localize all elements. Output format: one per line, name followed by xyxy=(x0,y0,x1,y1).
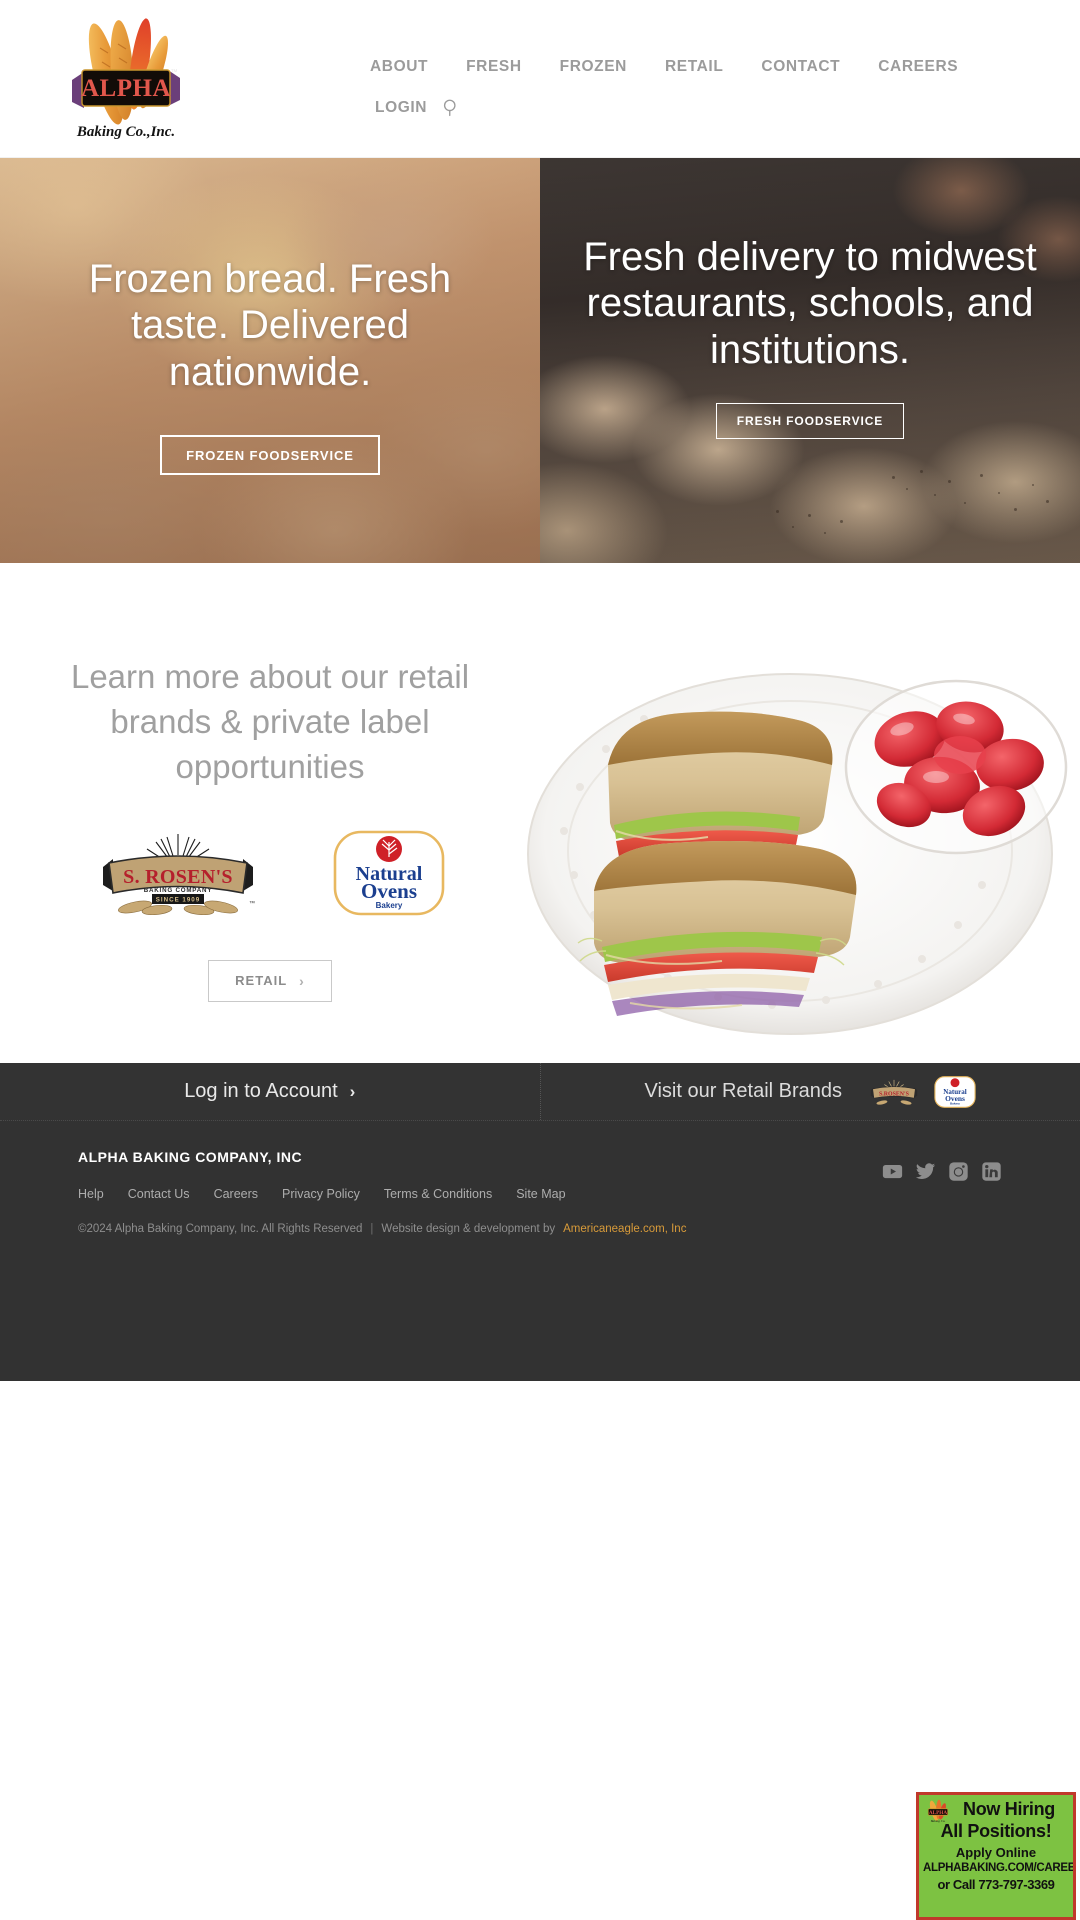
natural-ovens-line3: Bakery xyxy=(376,901,403,910)
nav-item-about[interactable]: ABOUT xyxy=(370,58,428,76)
youtube-icon[interactable] xyxy=(882,1161,903,1182)
hero-panel-frozen[interactable]: Frozen bread. Fresh taste. Delivered nat… xyxy=(0,158,540,563)
main-navigation: ABOUT FRESH FROZEN RETAIL CONTACT CAREER… xyxy=(370,58,970,118)
logo-trademark: ™ xyxy=(171,69,178,76)
s-rosens-brand-text: S. ROSEN'S xyxy=(123,866,233,888)
site-footer: ALPHA BAKING COMPANY, INC Help Contact U… xyxy=(0,1121,1080,1381)
nav-item-fresh[interactable]: FRESH xyxy=(466,58,522,76)
s-rosens-subtitle: BAKING COMPANY xyxy=(144,887,213,894)
svg-text:Baking Co.: Baking Co. xyxy=(931,1819,946,1823)
hero-fresh-title: Fresh delivery to midwest restaurants, s… xyxy=(583,235,1037,372)
twitter-icon[interactable] xyxy=(915,1161,936,1182)
svg-text:Bakery: Bakery xyxy=(950,1101,960,1105)
s-rosens-logo[interactable]: S. ROSEN'S BAKING COMPANY SINCE 1909 ™ xyxy=(95,831,261,915)
login-account-cell[interactable]: Log in to Account › xyxy=(0,1063,541,1120)
nav-item-contact[interactable]: CONTACT xyxy=(761,58,840,76)
linkedin-icon[interactable] xyxy=(981,1161,1002,1182)
frozen-foodservice-button[interactable]: FROZEN FOODSERVICE xyxy=(160,435,380,476)
footer-links-row: Help Contact Us Careers Privacy Policy T… xyxy=(78,1187,1002,1201)
nav-secondary-row: LOGIN xyxy=(370,97,970,118)
hero-frozen-title: Frozen bread. Fresh taste. Delivered nat… xyxy=(88,257,452,394)
visit-retail-brands-label: Visit our Retail Brands xyxy=(644,1080,843,1102)
alpha-badge-logo-icon: ALPHA Baking Co. xyxy=(927,1799,949,1823)
footer-link-terms-conditions[interactable]: Terms & Conditions xyxy=(384,1187,492,1201)
footer-social-row xyxy=(882,1161,1002,1182)
logo-brand-text: ALPHA xyxy=(81,75,171,102)
svg-text:ALPHA: ALPHA xyxy=(929,1810,947,1816)
s-rosens-since: SINCE 1909 xyxy=(156,896,200,903)
search-icon[interactable] xyxy=(441,97,461,118)
hiring-line-3: Apply Online xyxy=(955,1845,1037,1860)
retail-brands-cell[interactable]: Visit our Retail Brands S.ROSEN'S Natura… xyxy=(541,1063,1080,1120)
retail-cta-button[interactable]: RETAIL › xyxy=(208,959,332,1002)
nav-item-careers[interactable]: CAREERS xyxy=(878,58,958,76)
footer-link-careers[interactable]: Careers xyxy=(214,1187,258,1201)
svg-text:S.ROSEN'S: S.ROSEN'S xyxy=(879,1091,910,1097)
footer-link-site-map[interactable]: Site Map xyxy=(516,1187,565,1201)
retail-cta-label: RETAIL xyxy=(235,973,288,989)
fresh-foodservice-button[interactable]: FRESH FOODSERVICE xyxy=(715,403,905,440)
hiring-line-4: ALPHABAKING.COM/CAREERS xyxy=(923,1862,1076,1874)
natural-ovens-logo[interactable]: Natural Ovens Bakery xyxy=(333,830,445,916)
natural-ovens-line2: Ovens xyxy=(361,879,417,903)
mini-brand-logos: S.ROSEN'S Natural Ovens Bakery xyxy=(868,1075,976,1108)
chevron-right-icon: › xyxy=(299,972,305,989)
footer-link-privacy-policy[interactable]: Privacy Policy xyxy=(282,1187,360,1201)
nav-item-login[interactable]: LOGIN xyxy=(375,99,427,117)
instagram-icon[interactable] xyxy=(948,1161,969,1182)
footer-copyright: ©2024 Alpha Baking Company, Inc. All Rig… xyxy=(78,1223,363,1235)
natural-ovens-mini-logo[interactable]: Natural Ovens Bakery xyxy=(934,1075,976,1108)
footer-separator: | xyxy=(370,1223,374,1235)
account-utility-bar: Log in to Account › Visit our Retail Bra… xyxy=(0,1063,1080,1121)
s-rosens-mini-logo[interactable]: S.ROSEN'S xyxy=(868,1079,920,1105)
log-in-to-account-link[interactable]: Log in to Account xyxy=(184,1080,337,1103)
footer-credit-link[interactable]: Americaneagle.com, Inc xyxy=(563,1223,686,1235)
footer-link-help[interactable]: Help xyxy=(78,1187,104,1201)
footer-company-name: ALPHA BAKING COMPANY, INC xyxy=(78,1149,303,1165)
page-root: ALPHA ™ Baking Co.,Inc. ABOUT FRESH FROZ… xyxy=(0,0,1080,1920)
nav-primary-row: ABOUT FRESH FROZEN RETAIL CONTACT CAREER… xyxy=(370,58,970,76)
s-rosens-trademark: ™ xyxy=(249,900,255,907)
footer-link-contact-us[interactable]: Contact Us xyxy=(128,1187,190,1201)
hero-banner-section: Frozen bread. Fresh taste. Delivered nat… xyxy=(0,158,1080,563)
retail-heading: Learn more about our retail brands & pri… xyxy=(70,658,470,785)
retail-copy-column: Learn more about our retail brands & pri… xyxy=(0,563,540,1063)
nav-item-retail[interactable]: RETAIL xyxy=(665,58,723,76)
site-header: ALPHA ™ Baking Co.,Inc. ABOUT FRESH FROZ… xyxy=(0,0,1080,158)
hero-panel-fresh[interactable]: Fresh delivery to midwest restaurants, s… xyxy=(540,158,1080,563)
alpha-logo-icon: ALPHA ™ Baking Co.,Inc. xyxy=(72,18,180,140)
nav-item-frozen[interactable]: FROZEN xyxy=(560,58,627,76)
retail-brand-logos: S. ROSEN'S BAKING COMPANY SINCE 1909 ™ N… xyxy=(95,830,445,916)
retail-brands-section: Learn more about our retail brands & pri… xyxy=(0,563,1080,1063)
footer-legal-row: ©2024 Alpha Baking Company, Inc. All Rig… xyxy=(78,1223,1002,1235)
now-hiring-badge[interactable]: ALPHA Baking Co. Now Hiring All Position… xyxy=(916,1792,1076,1920)
alpha-baking-logo[interactable]: ALPHA ™ Baking Co.,Inc. xyxy=(62,8,190,148)
logo-tagline-text: Baking Co.,Inc. xyxy=(76,124,175,140)
chevron-right-icon: › xyxy=(349,1081,356,1101)
hiring-line-5: or Call 773-797-3369 xyxy=(937,1876,1055,1892)
sandwich-plate-image xyxy=(527,673,1068,1035)
footer-credit-prefix: Website design & development by xyxy=(381,1223,556,1235)
